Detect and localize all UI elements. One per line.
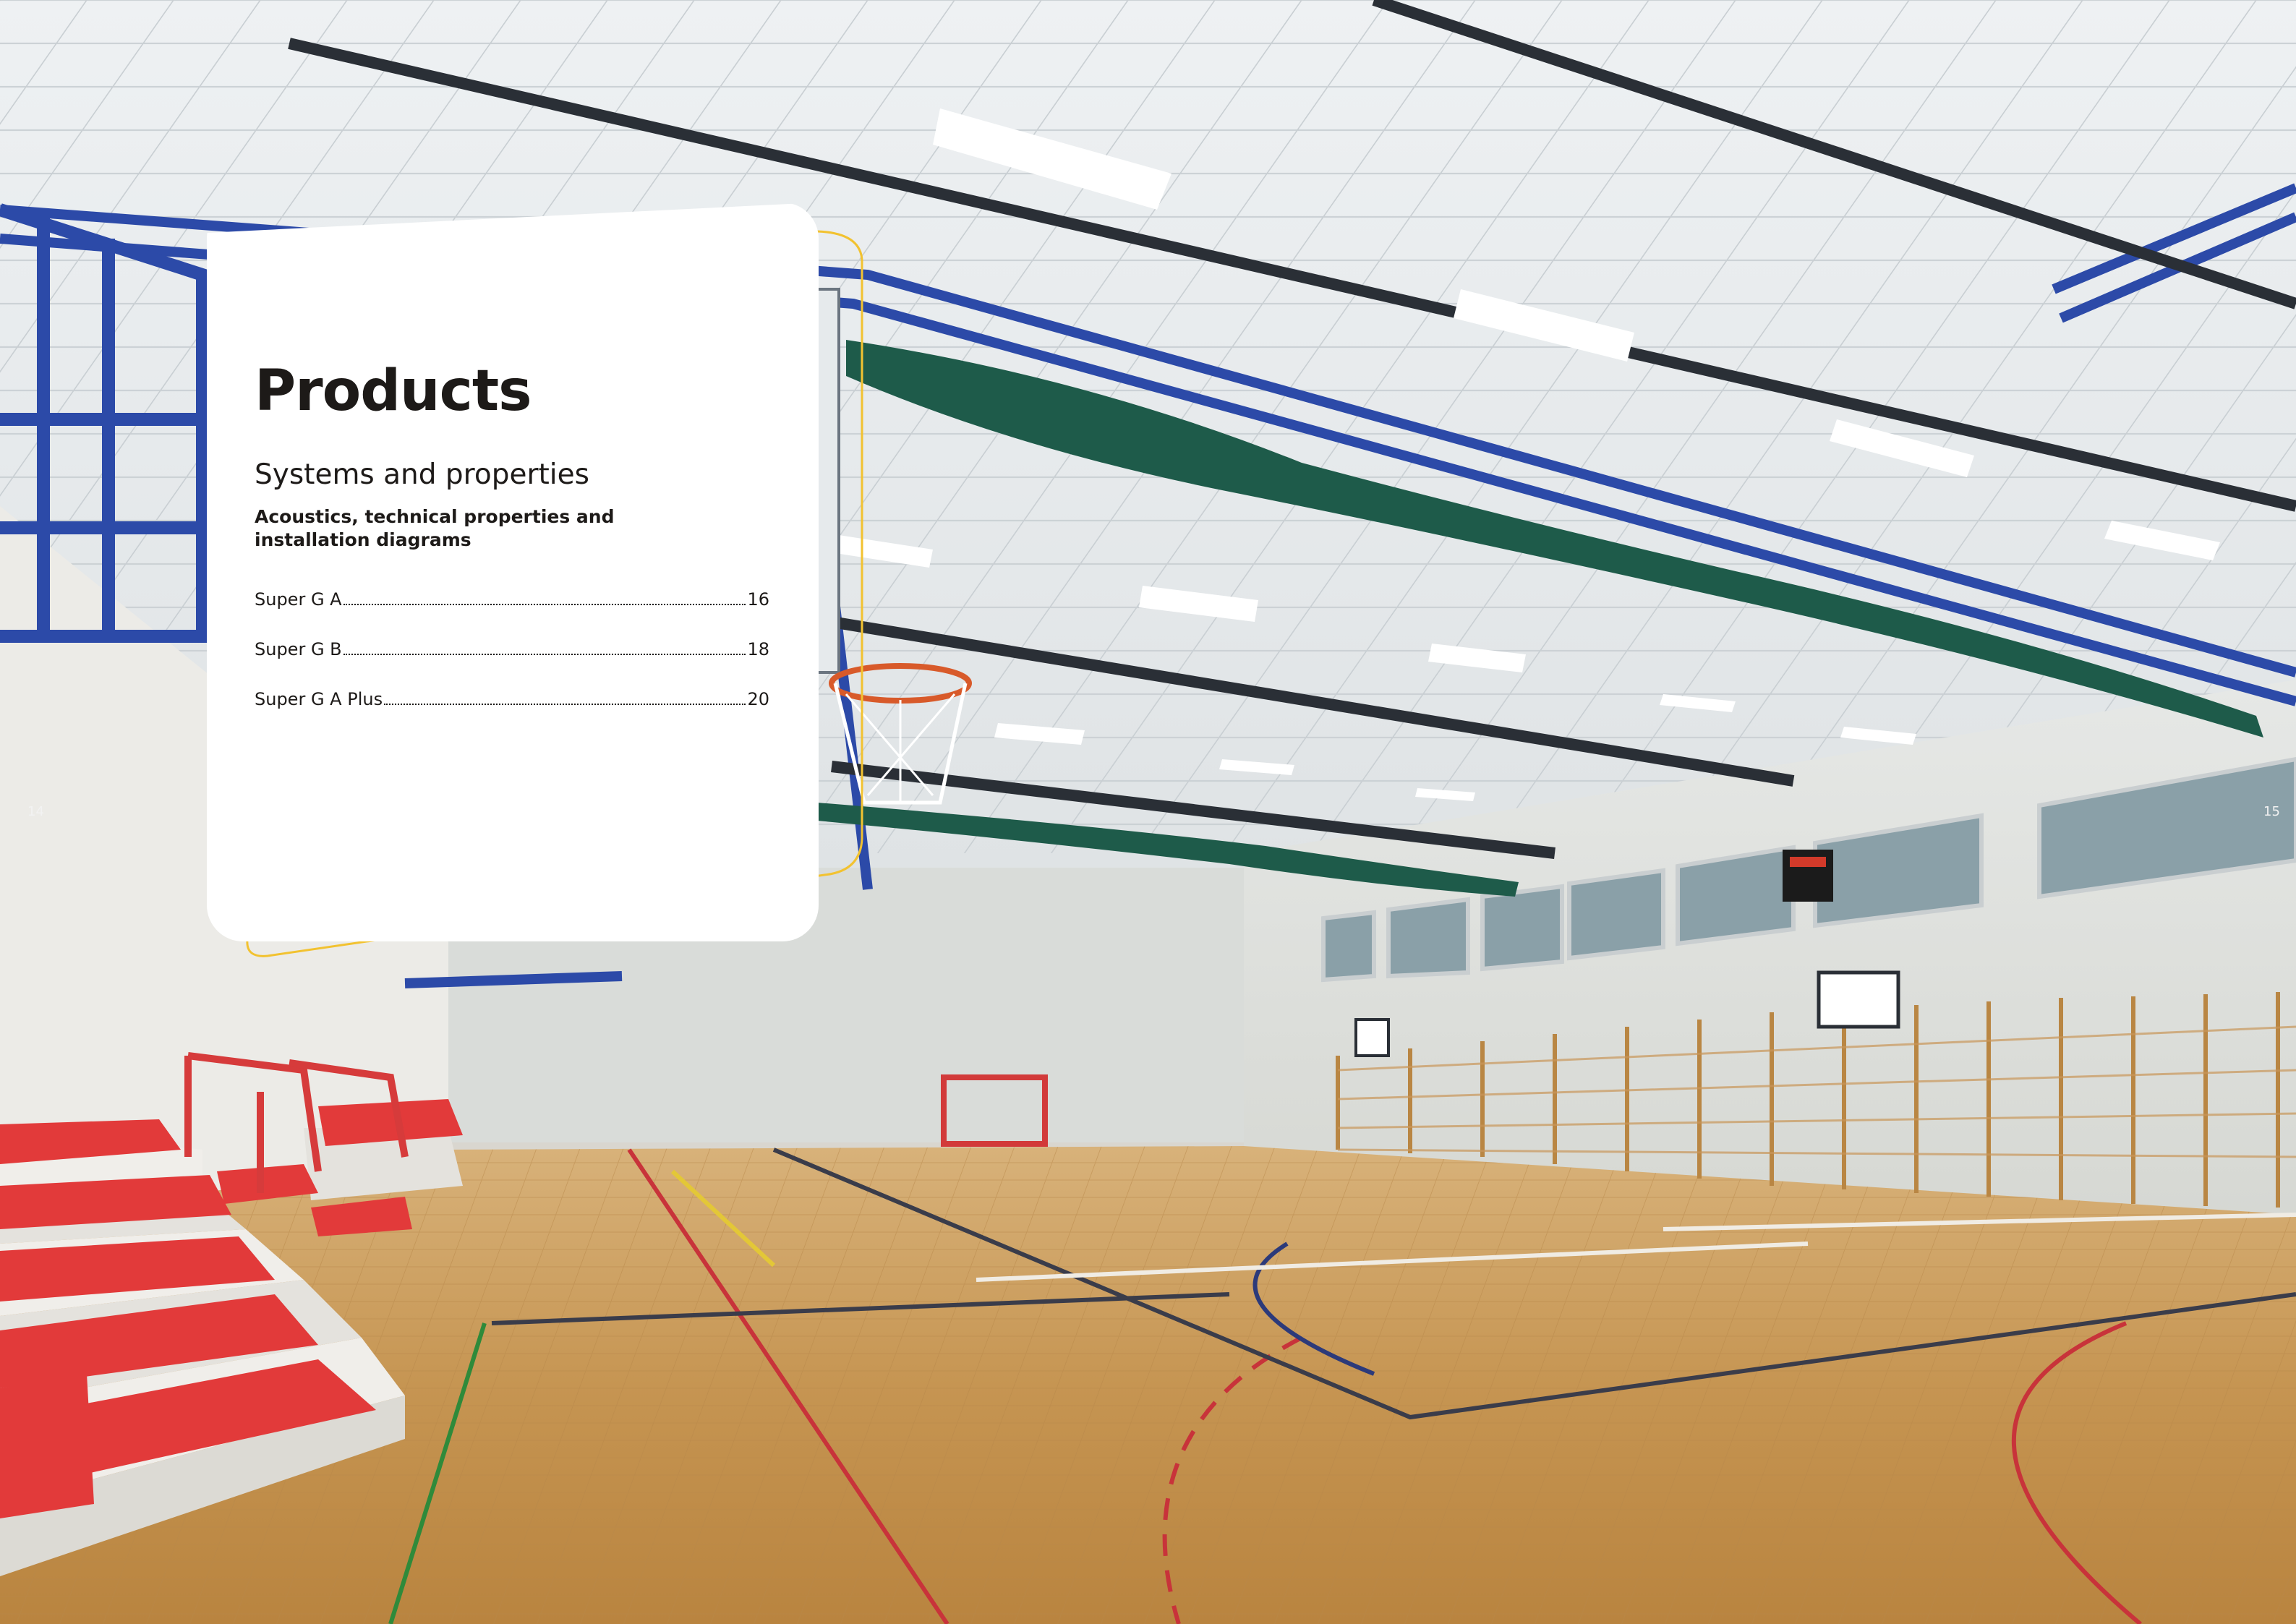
section-title: Products (255, 359, 532, 424)
toc-label: Super G A (255, 589, 342, 610)
toc-page: 18 (747, 639, 769, 659)
section-content: Products Systems and properties Acoustic… (255, 363, 769, 739)
toc-label: Super G B (255, 639, 342, 659)
toc-leader (343, 604, 746, 605)
right-backboard (1817, 970, 1900, 1029)
page-number-right: 15 (2263, 804, 2280, 819)
toc-item-super-g-b[interactable]: Super G B 18 (255, 639, 769, 689)
section-card: Products Systems and properties Acoustic… (207, 202, 819, 941)
toc-item-super-g-a[interactable]: Super G A 16 (255, 589, 769, 639)
far-backboard (1354, 1018, 1390, 1057)
toc-leader (343, 654, 746, 655)
section-description: Acoustics, technical properties and inst… (255, 506, 615, 550)
page-number-left: 14 (27, 804, 44, 819)
toc-leader (384, 704, 746, 705)
section-subtitle: Systems and properties (255, 458, 589, 491)
toc-label: Super G A Plus (255, 689, 383, 709)
toc-page: 16 (747, 589, 769, 610)
toc-page: 20 (747, 689, 769, 709)
toc-item-super-g-a-plus[interactable]: Super G A Plus 20 (255, 689, 769, 739)
table-of-contents: Super G A 16 Super G B 18 Super G A Plus… (255, 589, 769, 739)
